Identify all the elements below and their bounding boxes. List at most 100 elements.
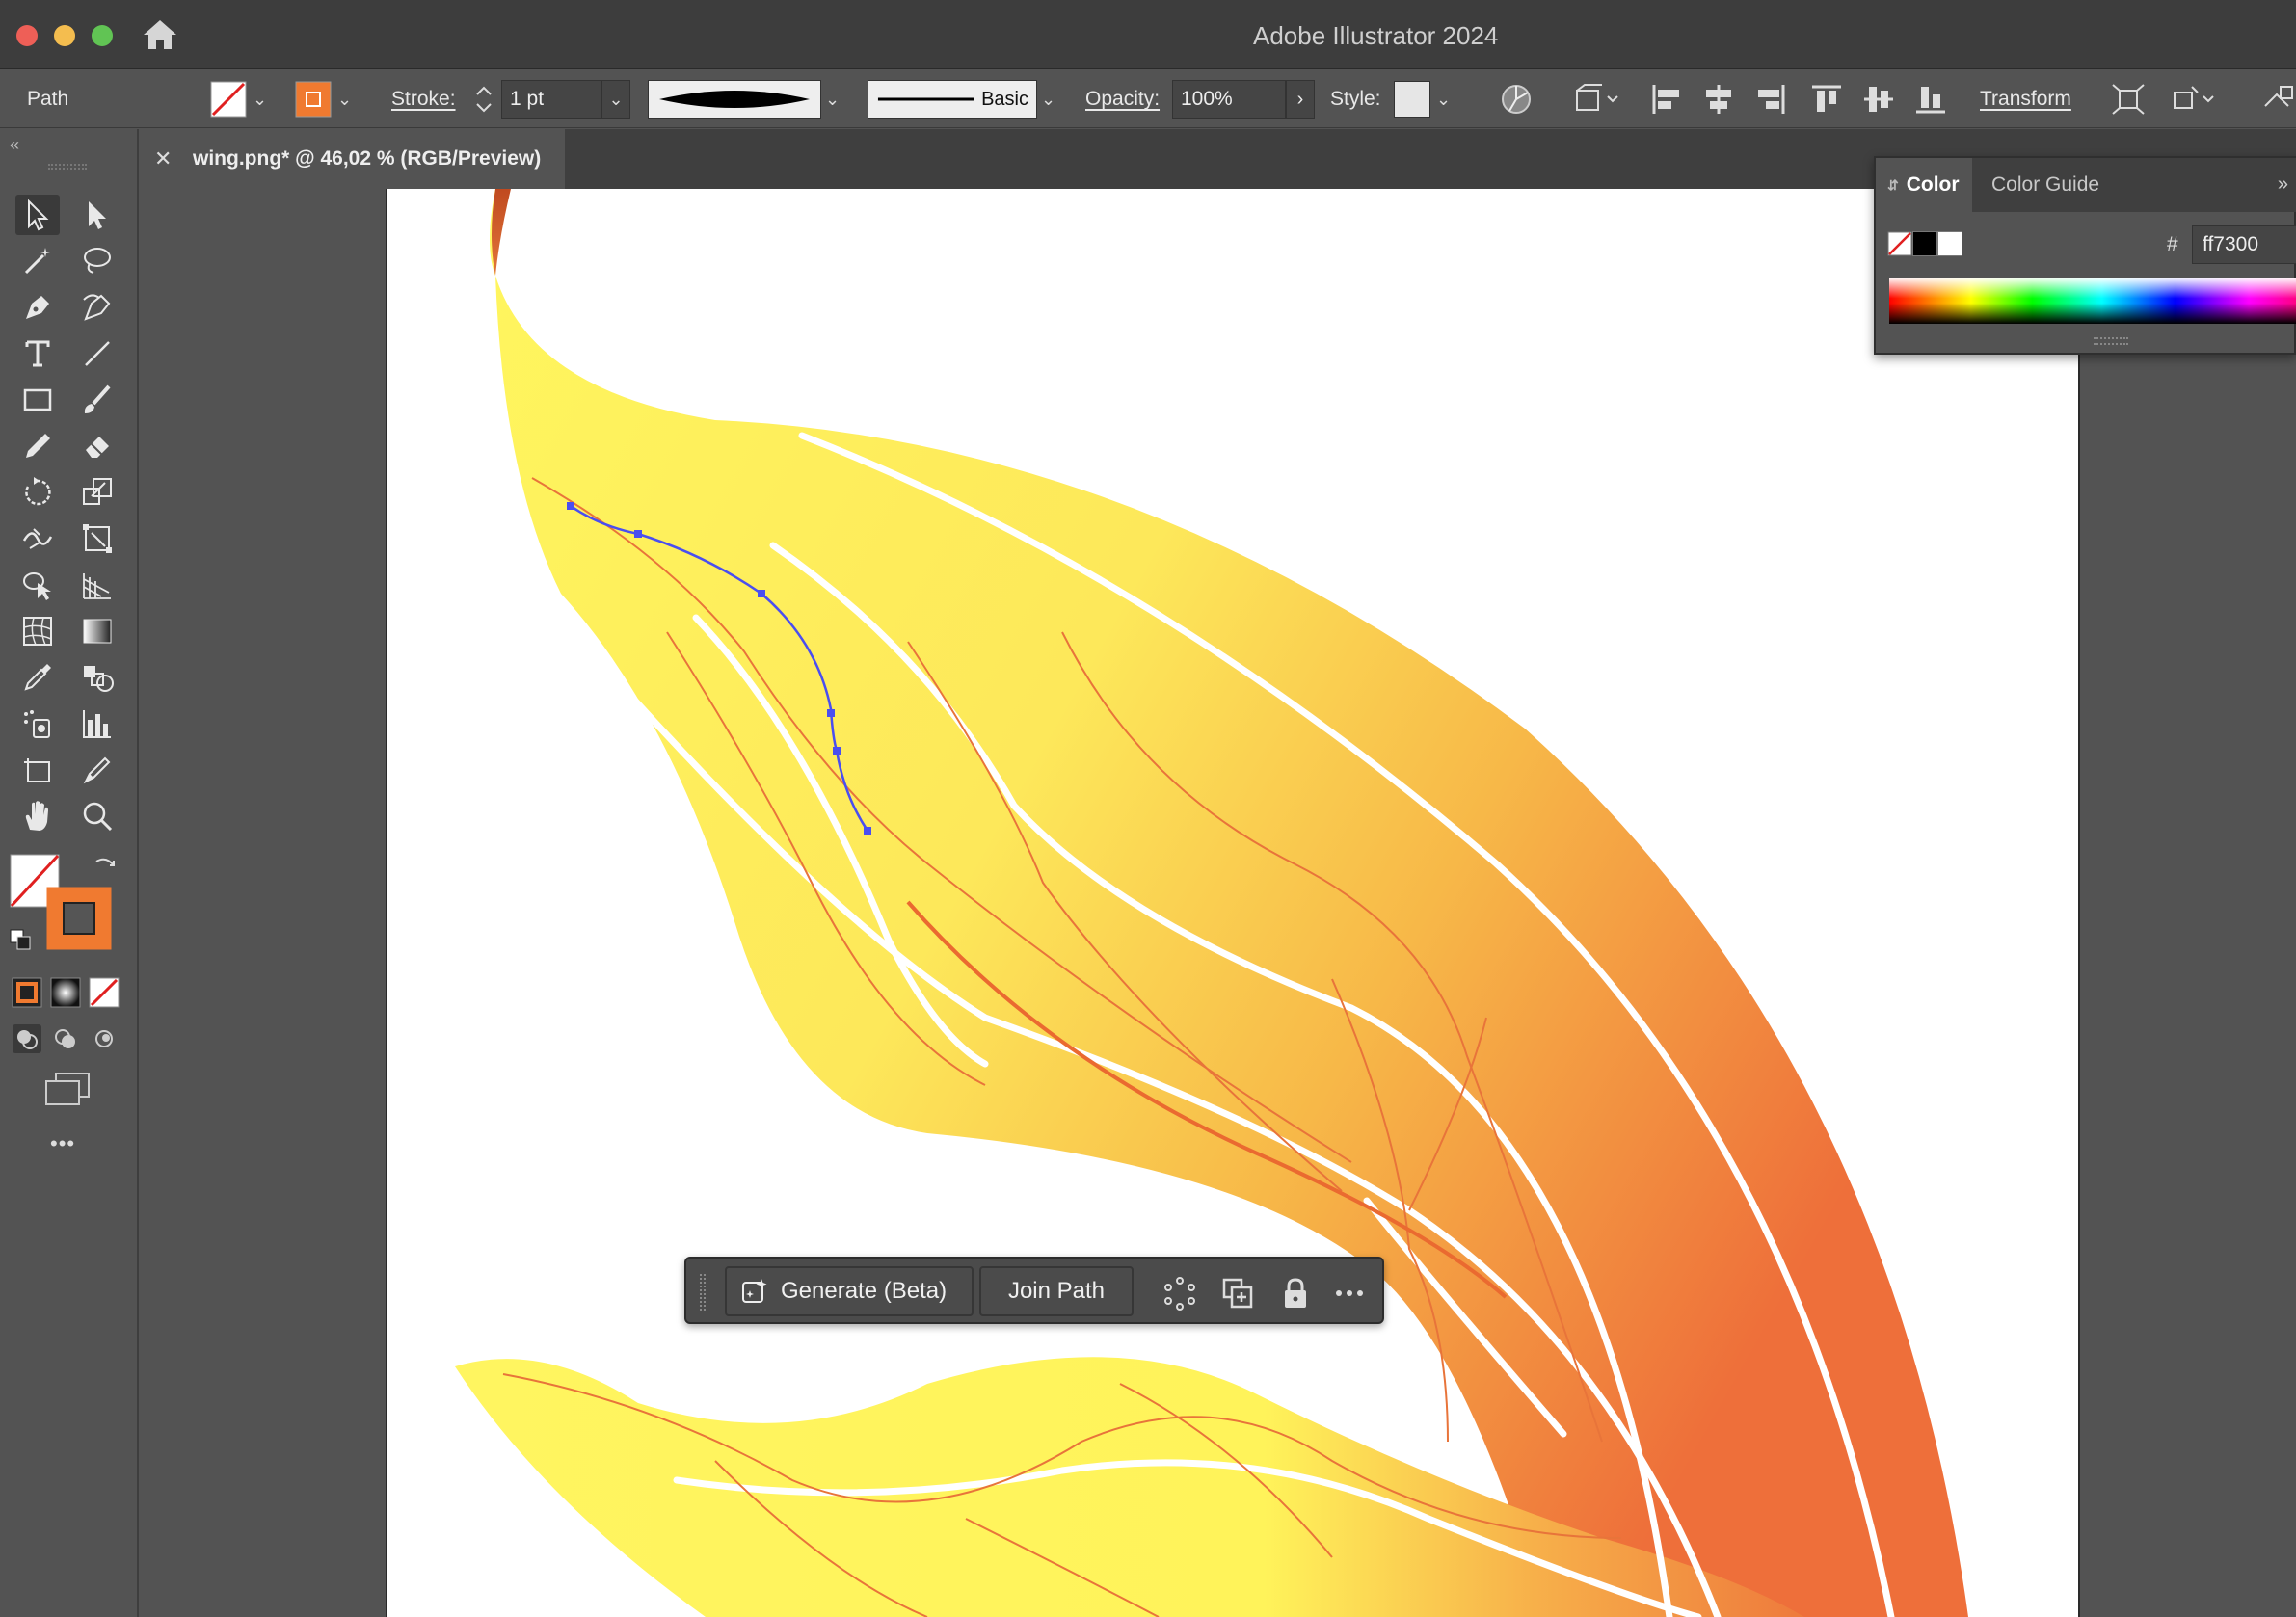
align-horizontal-center-icon[interactable] — [1702, 70, 1735, 128]
direct-selection-tool-icon[interactable] — [75, 195, 120, 235]
align-left-icon[interactable] — [1650, 70, 1683, 128]
join-path-button[interactable]: Join Path — [979, 1266, 1134, 1316]
scale-tool-icon[interactable] — [75, 472, 120, 513]
variable-width-profile[interactable] — [648, 70, 821, 128]
change-screen-mode-icon[interactable] — [42, 1070, 93, 1108]
symbol-sprayer-tool-icon[interactable] — [15, 703, 60, 744]
hand-tool-icon[interactable] — [15, 796, 60, 836]
color-mode-icon[interactable] — [12, 977, 42, 1008]
black-swatch[interactable] — [1912, 231, 1937, 256]
stroke-weight-dropdown-icon[interactable]: ⌄ — [601, 80, 630, 119]
eyedropper-tool-icon[interactable] — [15, 657, 60, 698]
wing-artwork[interactable] — [387, 189, 2080, 1617]
duplicate-icon[interactable] — [1220, 1276, 1255, 1311]
stroke-weight-stepper[interactable] — [472, 70, 495, 128]
rotate-tool-icon[interactable] — [15, 472, 60, 513]
anchor-point[interactable] — [634, 530, 642, 538]
brush-definition[interactable]: Basic — [868, 70, 1037, 128]
gradient-mode-icon[interactable] — [50, 977, 81, 1008]
free-transform-tool-icon[interactable] — [75, 518, 120, 559]
isolate-object-icon[interactable] — [2111, 70, 2146, 128]
shape-builder-tool-icon[interactable] — [15, 565, 60, 605]
line-segment-tool-icon[interactable] — [75, 333, 120, 374]
window-minimize-button[interactable] — [54, 25, 75, 46]
panel-resize-grip[interactable] — [2094, 337, 2128, 345]
window-close-button[interactable] — [16, 25, 38, 46]
paintbrush-tool-icon[interactable] — [75, 380, 120, 420]
stroke-color-swatch[interactable] — [46, 887, 112, 950]
shape-transform-icon[interactable] — [1573, 70, 1623, 128]
anchor-point[interactable] — [827, 709, 835, 717]
panel-options-icon[interactable]: ⇵ — [1887, 177, 1899, 194]
canvas-area[interactable]: Generate (Beta) Join Path — [141, 189, 2296, 1617]
width-tool-icon[interactable] — [15, 518, 60, 559]
align-vertical-center-icon[interactable] — [1862, 70, 1895, 128]
fill-swatch[interactable] — [210, 70, 247, 128]
type-tool-icon[interactable] — [15, 333, 60, 374]
stroke-swatch[interactable] — [295, 70, 332, 128]
lasso-tool-icon[interactable] — [75, 241, 120, 281]
lock-icon[interactable] — [1278, 1276, 1313, 1311]
edit-toolbar-button[interactable]: ••• — [50, 1131, 75, 1156]
stroke-label[interactable]: Stroke: — [391, 70, 456, 128]
anchor-point[interactable] — [864, 827, 871, 835]
style-dropdown-chevron-icon[interactable]: ⌄ — [1436, 70, 1451, 128]
draw-behind-icon[interactable] — [50, 1023, 81, 1054]
stroke-weight-input[interactable]: 1 pt — [501, 80, 601, 119]
blend-tool-icon[interactable] — [75, 657, 120, 698]
gradient-tool-icon[interactable] — [75, 611, 120, 651]
swap-fill-stroke-icon[interactable] — [93, 854, 118, 879]
default-fill-stroke-icon[interactable] — [10, 929, 31, 950]
opacity-expand-icon[interactable]: › — [1286, 80, 1315, 119]
simplify-path-icon[interactable] — [1162, 1276, 1197, 1311]
align-right-icon[interactable] — [1754, 70, 1787, 128]
draw-normal-icon[interactable] — [12, 1023, 42, 1054]
recolor-artwork-icon[interactable] — [1500, 70, 1533, 128]
tab-color[interactable]: ⇵ Color — [1876, 158, 1972, 212]
none-mode-icon[interactable] — [89, 977, 120, 1008]
zoom-tool-icon[interactable] — [75, 796, 120, 836]
close-tab-icon[interactable]: ✕ — [154, 146, 183, 172]
curvature-tool-icon[interactable] — [75, 287, 120, 328]
artboard[interactable] — [386, 189, 2080, 1617]
draw-inside-icon[interactable] — [89, 1023, 120, 1054]
more-options-icon[interactable] — [1332, 1276, 1367, 1311]
brush-dropdown-chevron-icon[interactable]: ⌄ — [1041, 70, 1055, 128]
align-top-icon[interactable] — [1810, 70, 1843, 128]
eraser-tool-icon[interactable] — [75, 426, 120, 466]
artboard-tool-icon[interactable] — [15, 750, 60, 790]
hex-color-input[interactable]: ff7300 — [2192, 225, 2296, 264]
more-options-icon[interactable] — [2261, 70, 2294, 128]
window-maximize-button[interactable] — [92, 25, 113, 46]
white-swatch[interactable] — [1937, 231, 1962, 256]
magic-wand-tool-icon[interactable] — [15, 241, 60, 281]
opacity-label[interactable]: Opacity: — [1085, 70, 1160, 128]
align-bottom-icon[interactable] — [1914, 70, 1947, 128]
style-swatch[interactable] — [1394, 70, 1430, 128]
transform-link[interactable]: Transform — [1980, 70, 2071, 128]
column-graph-tool-icon[interactable] — [75, 703, 120, 744]
anchor-point[interactable] — [567, 502, 574, 510]
none-swatch[interactable] — [1887, 231, 1912, 256]
slice-tool-icon[interactable] — [75, 750, 120, 790]
generate-beta-button[interactable]: Generate (Beta) — [725, 1266, 974, 1316]
panel-grip[interactable] — [48, 164, 87, 170]
task-bar-grip[interactable] — [700, 1274, 706, 1311]
opacity-input[interactable]: 100% — [1172, 80, 1286, 119]
profile-dropdown-chevron-icon[interactable]: ⌄ — [825, 70, 840, 128]
expand-panel-icon[interactable]: » — [2278, 173, 2288, 196]
anchor-point[interactable] — [833, 747, 841, 755]
anchor-point[interactable] — [758, 590, 765, 597]
document-tab[interactable]: ✕ wing.png* @ 46,02 % (RGB/Preview) — [141, 129, 565, 189]
tab-color-guide[interactable]: Color Guide — [1991, 158, 2099, 212]
home-icon[interactable] — [141, 17, 179, 52]
selection-tool-icon[interactable] — [15, 195, 60, 235]
stroke-dropdown-chevron-icon[interactable]: ⌄ — [337, 70, 352, 128]
collapse-panel-icon[interactable]: « — [10, 135, 19, 155]
perspective-grid-tool-icon[interactable] — [75, 565, 120, 605]
puppet-warp-icon[interactable] — [2169, 70, 2219, 128]
pencil-tool-icon[interactable] — [15, 426, 60, 466]
rectangle-tool-icon[interactable] — [15, 380, 60, 420]
pen-tool-icon[interactable] — [15, 287, 60, 328]
mesh-tool-icon[interactable] — [15, 611, 60, 651]
